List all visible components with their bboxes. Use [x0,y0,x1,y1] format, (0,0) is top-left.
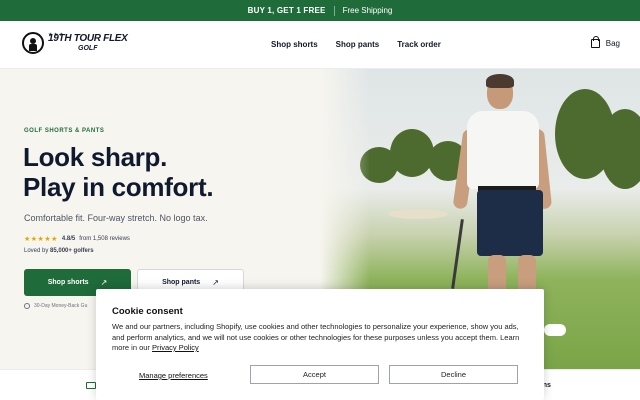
sand-bunker [388,209,448,219]
arrow-up-right-icon: ↗ [212,278,219,287]
manage-preferences-link[interactable]: Manage preferences [139,371,208,380]
hero-subhead: Comfortable fit. Four-way stretch. No lo… [24,213,208,223]
nav-shop-shorts[interactable]: Shop shorts [271,40,318,49]
bag-button[interactable]: Bag [590,36,620,48]
site-header: ★★★ 19TH TOUR FLEX GOLF Shop shorts Shop… [0,21,640,69]
arrow-up-right-icon: ↗ [100,278,108,287]
announcement-offer: BUY 1, GET 1 FREE [247,6,326,15]
golfer-shirt [467,111,539,189]
golfer-logo-icon [22,32,44,54]
nav-shop-pants[interactable]: Shop pants [336,40,380,49]
announcement-shipping: Free Shipping [342,6,393,15]
shop-pants-label: Shop pants [162,279,201,286]
site-logo[interactable]: ★★★ 19TH TOUR FLEX GOLF [22,32,128,54]
tree-shape [600,109,640,189]
cookie-consent-banner: Cookie consent We and our partners, incl… [96,289,544,400]
money-back-guarantee: 30-Day Money-Back Gu [24,303,87,309]
logo-line2: GOLF [78,45,98,52]
golfer-hair [486,74,514,88]
shop-shorts-label: Shop shorts [47,279,89,286]
shield-check-icon [24,303,30,309]
guarantee-text: 30-Day Money-Back Gu [34,303,88,309]
golf-club [451,219,464,289]
hero-headline: Look sharp. Play in comfort. [23,142,214,202]
nav-track-order[interactable]: Track order [397,40,441,49]
loved-prefix: Loved by [24,248,49,254]
logo-stars: ★★★ [48,32,65,38]
rating-summary: ★★★★★ 4.8/5 from 1,508 reviews [24,235,130,243]
bag-label: Bag [605,39,620,48]
rating-reviews: from 1,508 reviews [79,236,130,242]
cookie-body: We and our partners, including Shopify, … [112,322,532,354]
announcement-bar: BUY 1, GET 1 FREE Free Shipping [0,0,640,21]
decline-button[interactable]: Decline [389,365,518,384]
golfer-shorts [477,190,543,256]
cookie-title: Cookie consent [112,306,183,317]
hero-eyebrow: GOLF SHORTS & PANTS [24,128,105,134]
bag-icon [590,36,600,48]
announcement-divider [333,5,335,16]
golfer-shoe [544,324,566,336]
loved-count: 85,000+ golfers [50,248,94,254]
privacy-policy-link[interactable]: Privacy Policy [152,343,199,352]
accept-button[interactable]: Accept [250,365,379,384]
main-nav: Shop shorts Shop pants Track order [271,40,441,49]
headline-line2: Play in comfort. [23,172,214,202]
rating-score: 4.8/5 [61,236,76,242]
tree-shape [390,129,434,177]
truck-icon [86,382,96,389]
headline-line1: Look sharp. [23,142,168,172]
rating-stars-icon: ★★★★★ [24,236,58,243]
loved-by: Loved by 85,000+ golfers [24,248,94,254]
